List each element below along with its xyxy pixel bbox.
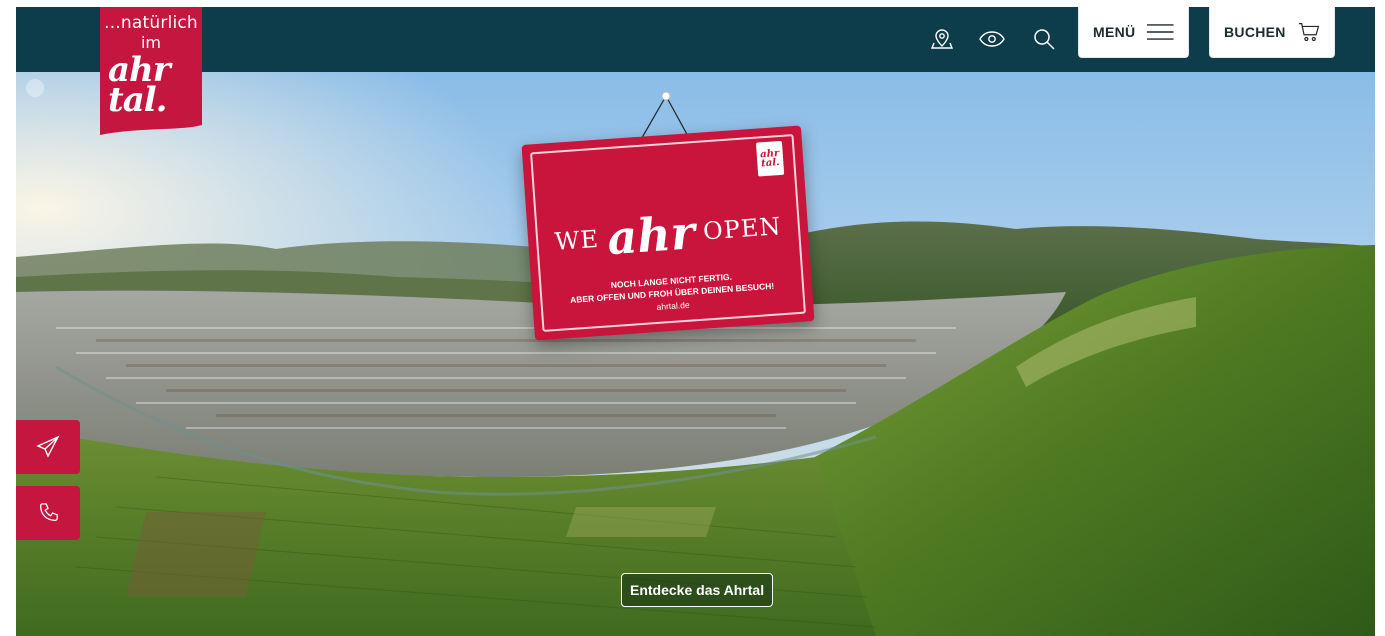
- menu-button[interactable]: MENÜ: [1078, 7, 1189, 58]
- discover-ahrtal-button[interactable]: Entdecke das Ahrtal: [621, 573, 774, 607]
- sign-logo: ahr tal.: [755, 140, 785, 177]
- hamburger-icon: [1147, 24, 1174, 40]
- logo-tagline: ...natürlich: [104, 13, 198, 33]
- site-logo[interactable]: ...natürlich im ahr tal.: [100, 7, 202, 135]
- page-frame: ...natürlich im ahr tal. MENÜ BUCHEN ahr…: [16, 7, 1375, 636]
- sign-we: WE: [553, 224, 600, 256]
- book-label: BUCHEN: [1224, 24, 1286, 40]
- map-pin-icon[interactable]: [928, 25, 956, 53]
- paper-plane-icon: [36, 435, 60, 458]
- sign-open: OPEN: [702, 212, 783, 246]
- book-button[interactable]: BUCHEN: [1209, 7, 1335, 58]
- logo-wordmark: ahr tal.: [108, 50, 171, 120]
- contact-phone-button[interactable]: [16, 486, 80, 540]
- phone-icon: [40, 503, 58, 521]
- sign-ahr: ahr: [605, 205, 697, 266]
- carousel-dot[interactable]: [26, 79, 44, 97]
- cart-icon: [1298, 23, 1319, 42]
- eye-icon[interactable]: [978, 25, 1006, 53]
- we-ahr-open-sign: ahr tal. WE ahr OPEN NOCH LANGE NICHT FE…: [521, 125, 815, 341]
- menu-label: MENÜ: [1093, 24, 1136, 40]
- search-icon[interactable]: [1030, 25, 1058, 53]
- contact-message-button[interactable]: [16, 420, 80, 474]
